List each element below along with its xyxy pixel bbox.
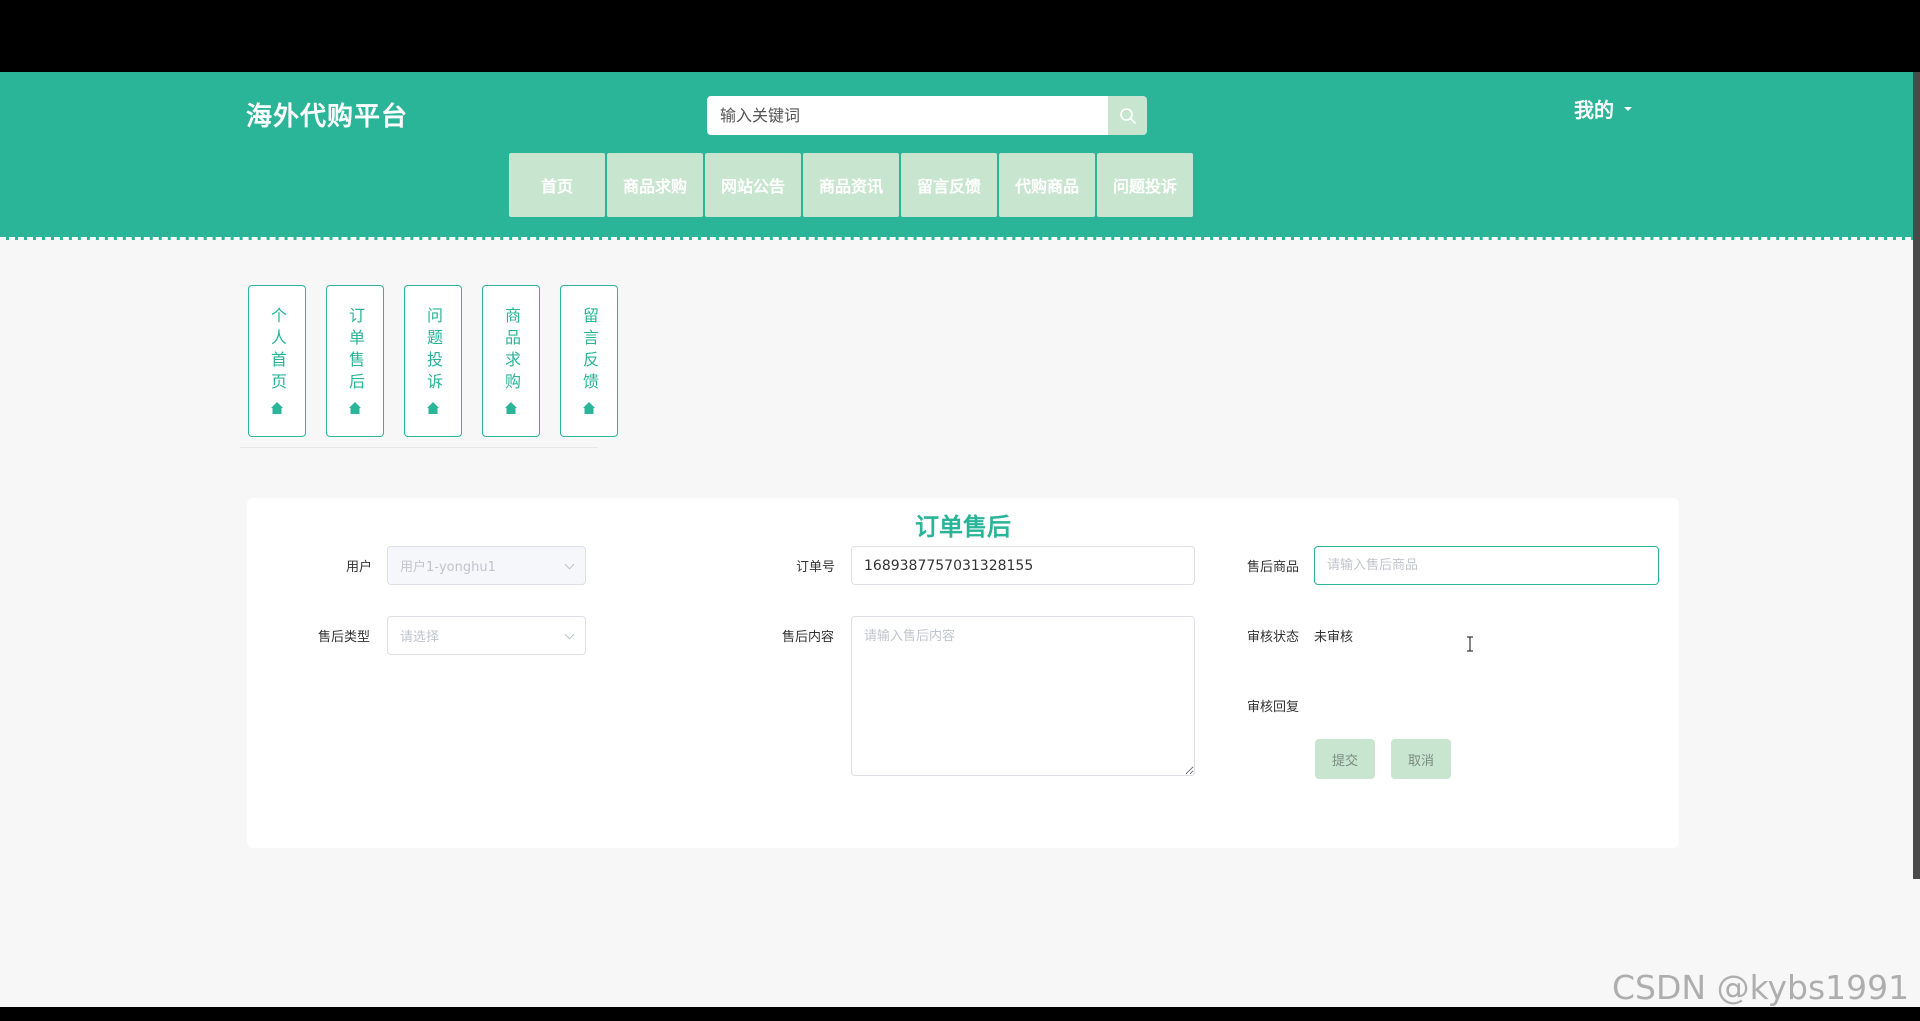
search-bar [707, 96, 1147, 135]
content-textarea[interactable] [851, 616, 1195, 776]
side-tab-label: 个人首页 [268, 307, 287, 395]
user-select[interactable]: 用户1-yonghu1 [387, 546, 586, 585]
nav-item-home[interactable]: 首页 [509, 153, 605, 217]
user-select-value: 用户1-yonghu1 [400, 560, 496, 575]
search-button[interactable] [1108, 96, 1147, 135]
top-black-bar [0, 0, 1920, 72]
side-tab-label: 订单售后 [346, 307, 365, 395]
type-select[interactable]: 请选择 [387, 616, 586, 655]
divider [240, 447, 598, 448]
search-icon [1119, 107, 1136, 124]
product-field[interactable] [1314, 546, 1659, 585]
side-tab-label: 留言反馈 [580, 307, 599, 395]
product-label: 售后商品 [1247, 560, 1300, 575]
chevron-down-icon [564, 629, 575, 640]
order-number-label: 订单号 [796, 560, 836, 575]
nav-item-complaints[interactable]: 问题投诉 [1097, 153, 1193, 217]
content-label: 售后内容 [782, 630, 835, 645]
product-input[interactable] [1327, 558, 1658, 573]
side-tab-after-sales[interactable]: 订单售后 [326, 285, 384, 437]
nav-item-announcement[interactable]: 网站公告 [705, 153, 801, 217]
form-title: 订单售后 [915, 513, 1011, 541]
side-tab-purchase-request[interactable]: 商品求购 [482, 285, 540, 437]
search-input[interactable] [707, 96, 1108, 135]
home-icon [271, 402, 283, 414]
nav-item-news[interactable]: 商品资讯 [803, 153, 899, 217]
side-tab-profile[interactable]: 个人首页 [248, 285, 306, 437]
order-number-field[interactable]: 1689387757031328155 [851, 546, 1195, 585]
user-menu[interactable]: 我的 [1574, 94, 1632, 123]
watermark: CSDN @kybs1991 [1612, 968, 1910, 1007]
nav-item-purchase-request[interactable]: 商品求购 [607, 153, 703, 217]
bottom-black-bar [0, 1007, 1920, 1021]
side-tab-label: 问题投诉 [424, 307, 443, 395]
nav-item-products[interactable]: 代购商品 [999, 153, 1095, 217]
home-icon [505, 402, 517, 414]
site-logo[interactable]: 海外代购平台 [246, 96, 408, 133]
type-label: 售后类型 [318, 630, 371, 645]
nav-item-feedback[interactable]: 留言反馈 [901, 153, 997, 217]
chevron-down-icon [564, 559, 575, 570]
status-value: 未审核 [1314, 630, 1354, 645]
side-tab-complaints[interactable]: 问题投诉 [404, 285, 462, 437]
home-icon [583, 402, 595, 414]
submit-button[interactable]: 提交 [1315, 739, 1375, 779]
user-label: 用户 [346, 560, 373, 575]
header: 海外代购平台 我的 首页 商品求购 网站公告 商品资讯 留言反馈 代购商品 问题… [0, 72, 1920, 240]
order-number-value: 1689387757031328155 [864, 557, 1034, 574]
main-nav: 首页 商品求购 网站公告 商品资讯 留言反馈 代购商品 问题投诉 [509, 153, 1193, 217]
side-tab-feedback[interactable]: 留言反馈 [560, 285, 618, 437]
cancel-button[interactable]: 取消 [1391, 739, 1451, 779]
type-select-placeholder: 请选择 [400, 630, 440, 645]
side-tab-label: 商品求购 [502, 307, 521, 395]
user-menu-label: 我的 [1574, 98, 1614, 122]
home-icon [427, 402, 439, 414]
reply-label: 审核回复 [1247, 700, 1300, 715]
status-label: 审核状态 [1247, 630, 1300, 645]
page-scrollbar[interactable] [1913, 72, 1920, 879]
side-tabs: 个人首页 订单售后 问题投诉 商品求购 留言反馈 [248, 285, 618, 437]
text-cursor-icon [1467, 636, 1473, 652]
chevron-down-icon [1624, 106, 1632, 111]
page: 海外代购平台 我的 首页 商品求购 网站公告 商品资讯 留言反馈 代购商品 问题… [0, 72, 1920, 1007]
after-sales-form: 订单售后 用户 用户1-yonghu1 订单号 1689387757031328… [247, 498, 1679, 848]
home-icon [349, 402, 361, 414]
